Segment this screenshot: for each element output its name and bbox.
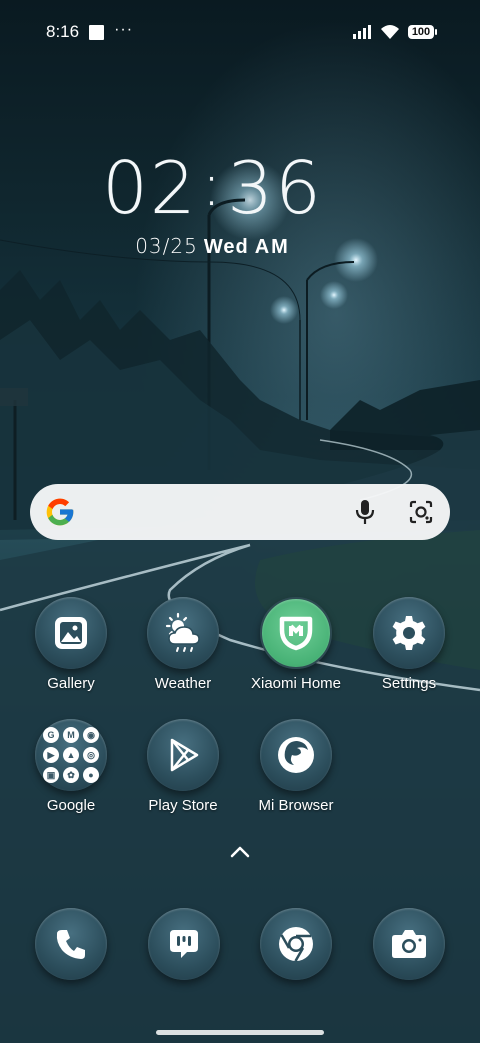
clock-widget[interactable]: 02:36 <box>0 146 425 231</box>
date-display[interactable]: 03/25 Wed AM <box>0 234 425 259</box>
clock-colon: : <box>201 151 224 220</box>
gear-icon <box>373 597 445 669</box>
messaging-icon <box>148 908 220 980</box>
app-play-store[interactable]: Play Store <box>128 719 238 814</box>
play-store-icon <box>147 719 219 791</box>
folder-pinwheel-icon: ✿ <box>63 767 79 783</box>
mi-browser-icon <box>260 719 332 791</box>
status-bar: 8:16 ··· 100 <box>0 0 480 64</box>
folder-contacts-icon: ● <box>83 767 99 783</box>
clock-minutes: 36 <box>227 146 323 231</box>
app-label-mi-browser: Mi Browser <box>258 797 334 814</box>
battery-icon: 100 <box>408 25 437 39</box>
lens-search-button[interactable] <box>406 497 436 527</box>
folder-youtube-icon: ▶ <box>43 747 59 763</box>
app-gallery[interactable]: Gallery <box>16 597 126 692</box>
google-logo-icon <box>46 498 74 526</box>
folder-maps-icon: ◉ <box>83 727 99 743</box>
app-xiaomi-home[interactable]: Xiaomi Home <box>241 597 351 692</box>
google-search-bar[interactable] <box>30 484 450 540</box>
xiaomi-home-icon <box>260 597 332 669</box>
app-label-google: Google <box>46 797 96 814</box>
microphone-icon <box>355 500 375 524</box>
app-weather[interactable]: Weather <box>128 597 238 692</box>
weather-icon <box>147 597 219 669</box>
folder-google-app-icon: G <box>43 727 59 743</box>
folder-drive-icon: ▲ <box>63 747 79 763</box>
app-label-gallery: Gallery <box>47 675 95 692</box>
folder-gmail-icon: M <box>63 727 79 743</box>
app-label-play-store: Play Store <box>148 797 218 814</box>
app-mi-browser[interactable]: Mi Browser <box>241 719 351 814</box>
clock-hours: 02 <box>102 146 198 231</box>
status-time: 8:16 <box>46 22 80 41</box>
gallery-icon <box>35 597 107 669</box>
dock-chrome[interactable] <box>260 908 332 980</box>
gesture-home-indicator[interactable] <box>156 1030 324 1035</box>
camera-icon <box>373 908 445 980</box>
date-text: 03/25 <box>135 234 198 258</box>
dock-messaging[interactable] <box>148 908 220 980</box>
app-drawer-chevron-up-icon[interactable] <box>226 842 254 862</box>
signal-icon <box>353 25 371 39</box>
app-google-folder[interactable]: G M ◉ ▶ ▲ ◎ ▣ ✿ ● Google <box>16 719 126 814</box>
ampm-text: AM <box>254 236 290 258</box>
app-label-settings: Settings <box>381 675 437 692</box>
dock-phone[interactable] <box>35 908 107 980</box>
google-folder-icon: G M ◉ ▶ ▲ ◎ ▣ ✿ ● <box>35 719 107 791</box>
google-lens-icon <box>409 500 433 524</box>
more-notifications-icon: ··· <box>114 21 134 38</box>
folder-photos-icon: ▣ <box>43 767 59 783</box>
folder-duo-icon: ◎ <box>83 747 99 763</box>
weekday-text: Wed <box>203 236 249 258</box>
notification-icon <box>89 24 105 40</box>
search-input[interactable] <box>76 484 324 540</box>
app-label-weather: Weather <box>154 675 212 692</box>
wifi-icon <box>381 25 399 39</box>
app-settings[interactable]: Settings <box>354 597 464 692</box>
dock-camera[interactable] <box>373 908 445 980</box>
voice-search-button[interactable] <box>350 497 380 527</box>
chrome-icon <box>260 908 332 980</box>
phone-icon <box>35 908 107 980</box>
app-label-xiaomi-home: Xiaomi Home <box>250 675 342 692</box>
